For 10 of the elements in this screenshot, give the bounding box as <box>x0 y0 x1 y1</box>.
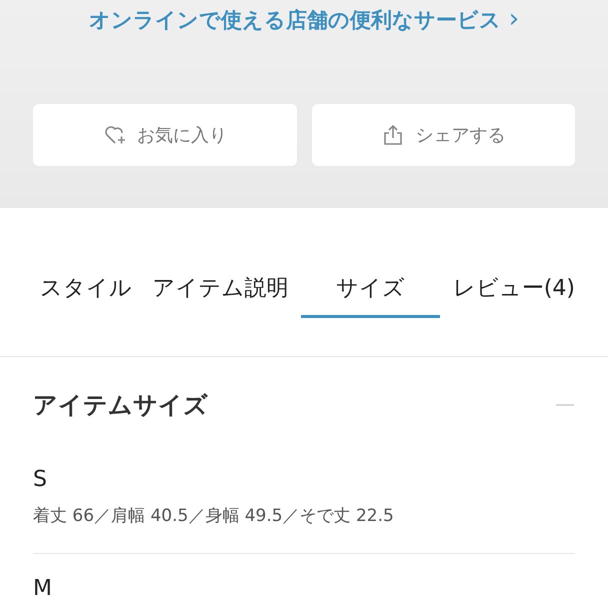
tab[interactable]: レビュー(4) <box>444 208 583 318</box>
share-button[interactable]: シェアする <box>312 104 575 166</box>
size-name: S <box>33 467 48 492</box>
tab[interactable]: サイズ <box>301 208 440 318</box>
size-name: M <box>33 576 53 601</box>
favorite-button[interactable]: お気に入り <box>33 104 296 166</box>
tab[interactable]: スタイル <box>32 208 140 318</box>
tab[interactable]: アイテム説明 <box>144 208 297 318</box>
size-measurements: 着丈 66／肩幅 40.5／身幅 49.5／そで丈 22.5 <box>33 505 395 527</box>
section-title: アイテムサイズ <box>33 390 208 421</box>
